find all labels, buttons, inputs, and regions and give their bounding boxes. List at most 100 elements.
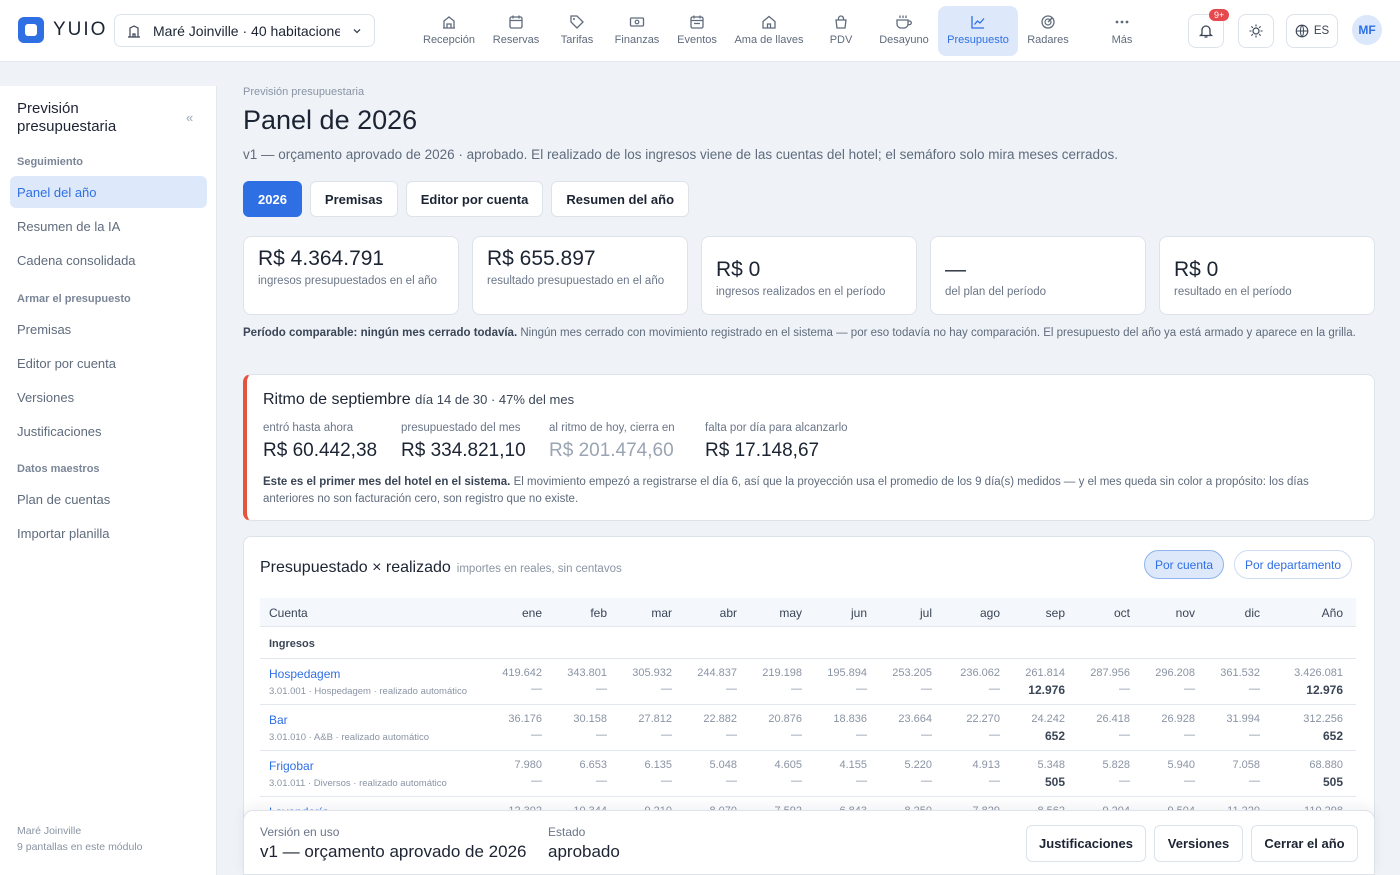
budget-value: 68.880	[1309, 759, 1343, 771]
kpi-card: R$ 4.364.791 ingresos presupuestados en …	[243, 236, 459, 315]
actual-value: —	[1119, 775, 1130, 787]
nav-label: Reservas	[492, 34, 540, 46]
actual-value: —	[596, 775, 607, 787]
sidebar-item-versiones[interactable]: Versiones	[10, 381, 207, 413]
language-selector[interactable]: ES	[1286, 14, 1338, 48]
tab-resumen-del-ano[interactable]: Resumen del año	[551, 181, 690, 217]
nav-recepcion[interactable]: Recepción	[414, 6, 484, 56]
budget-value: 4.913	[972, 759, 1000, 771]
cerrar-ano-button[interactable]: Cerrar el año	[1251, 825, 1358, 862]
collapse-sidebar-icon[interactable]: «	[186, 110, 193, 125]
actual-value: —	[1249, 683, 1260, 695]
justificaciones-button[interactable]: Justificaciones	[1026, 825, 1146, 862]
table-title-text: Presupuestado × realizado	[260, 559, 451, 576]
nav-radares[interactable]: Radares	[1018, 6, 1078, 56]
budget-value: 31.994	[1226, 713, 1260, 725]
version-footer: Versión en uso v1 — orçamento aprovado d…	[243, 810, 1375, 875]
actual-value: —	[791, 775, 802, 787]
account-name[interactable]: Frigobar	[269, 759, 314, 773]
globe-icon	[1295, 24, 1309, 38]
sidebar-item-plan-de-cuentas[interactable]: Plan de cuentas	[10, 483, 207, 515]
toggle-por-departamento[interactable]: Por departamento	[1234, 550, 1353, 579]
actual-value: —	[1184, 683, 1195, 695]
budget-value: 4.605	[774, 759, 802, 771]
actual-value: —	[791, 683, 802, 695]
account-meta: 3.01.010 · A&B · realizado automático	[269, 732, 430, 743]
kpi-card: R$ 0 ingresos realizados en el período	[701, 236, 917, 315]
table-row[interactable]: Hospedagem 3.01.001 · Hospedagem · reali…	[260, 659, 1356, 705]
nav-eventos[interactable]: Eventos	[668, 6, 726, 56]
versiones-button[interactable]: Versiones	[1154, 825, 1243, 862]
pace-note: Este es el primer mes del hotel en el si…	[263, 474, 1363, 508]
table-row[interactable]: Bar 3.01.010 · A&B · realizado automátic…	[260, 705, 1356, 751]
nav-label: Tarifas	[560, 34, 594, 46]
sidebar-group-armar: Armar el presupuesto	[17, 293, 131, 305]
nav-label: Ama de llaves	[734, 34, 804, 46]
column-header: mar	[651, 606, 672, 620]
sidebar-item-editor-por-cuenta[interactable]: Editor por cuenta	[10, 347, 207, 379]
theme-toggle[interactable]	[1238, 14, 1274, 48]
kpi-card: R$ 0 resultado en el período	[1159, 236, 1375, 315]
nav-pdv[interactable]: PDV	[812, 6, 870, 56]
actual-value: —	[921, 775, 932, 787]
nav-label: Radares	[1027, 34, 1069, 46]
tab-premisas[interactable]: Premisas	[309, 181, 398, 217]
sidebar-item-resumen-ia[interactable]: Resumen de la IA	[10, 210, 207, 242]
sidebar-item-cadena-consolidada[interactable]: Cadena consolidada	[10, 244, 207, 276]
budget-value: 312.256	[1303, 713, 1343, 725]
actual-value: —	[1184, 775, 1195, 787]
actual-value: 652	[1044, 729, 1065, 743]
line-chart-icon	[971, 16, 985, 29]
house-icon	[762, 15, 776, 29]
tag-icon	[570, 15, 584, 29]
budget-value: 7.980	[514, 759, 542, 771]
column-header: abr	[719, 606, 737, 620]
nav-finanzas[interactable]: Finanzas	[606, 6, 668, 56]
actual-value: —	[661, 683, 672, 695]
budget-value: 305.932	[632, 667, 672, 679]
nav-presupuesto[interactable]: Presupuesto	[938, 6, 1018, 56]
budget-value: 36.176	[508, 713, 542, 725]
nav-label: Más	[1111, 34, 1133, 46]
nav-label: Recepción	[423, 34, 475, 46]
account-name[interactable]: Bar	[269, 713, 288, 727]
actual-value: —	[921, 683, 932, 695]
actual-value: —	[989, 683, 1000, 695]
budget-value: 195.894	[827, 667, 867, 679]
nav-label: Finanzas	[614, 34, 660, 46]
pace-metric-label: entró hasta ahora	[263, 422, 354, 434]
nav-ama-de-llaves[interactable]: Ama de llaves	[726, 6, 812, 56]
actual-value: —	[531, 683, 542, 695]
budget-value: 6.135	[644, 759, 672, 771]
tab-2026[interactable]: 2026	[243, 181, 302, 217]
notification-badge: 9+	[1209, 9, 1230, 21]
brand-logo[interactable]: YUIO	[18, 17, 107, 43]
notifications-button[interactable]: 9+	[1188, 9, 1230, 48]
account-name[interactable]: Hospedagem	[269, 667, 340, 681]
sidebar-title: Previsión presupuestaria	[17, 100, 117, 135]
toggle-por-cuenta[interactable]: Por cuenta	[1144, 550, 1225, 579]
actual-value: 12.976	[1306, 683, 1343, 697]
calendar-event-icon	[690, 15, 704, 29]
sidebar-item-importar-planilla[interactable]: Importar planilla	[10, 517, 207, 549]
sidebar-item-premisas[interactable]: Premisas	[10, 313, 207, 345]
kpi-label: del plan del período	[945, 286, 1047, 298]
nav-mas[interactable]: Más	[1078, 6, 1166, 56]
kpi-label: ingresos presupuestados en el año	[258, 275, 438, 287]
hotel-selector[interactable]: Maré Joinville · 40 habitaciones	[114, 14, 375, 47]
table-row[interactable]: Frigobar 3.01.011 · Diversos · realizado…	[260, 751, 1356, 797]
nav-tarifas[interactable]: Tarifas	[548, 6, 606, 56]
more-icon	[1115, 20, 1129, 24]
user-avatar[interactable]: MF	[1352, 15, 1382, 45]
breadcrumb[interactable]: Previsión presupuestaria	[243, 86, 364, 98]
budget-value: 236.062	[960, 667, 1000, 679]
kpi-value: R$ 0	[1174, 258, 1219, 281]
nav-reservas[interactable]: Reservas	[484, 6, 548, 56]
budget-value: 5.048	[709, 759, 737, 771]
shopping-bag-icon	[835, 15, 847, 29]
sidebar-group-datos-maestros: Datos maestros	[17, 463, 100, 475]
sidebar-item-panel-del-ano[interactable]: Panel del año	[10, 176, 207, 208]
sidebar-item-justificaciones[interactable]: Justificaciones	[10, 415, 207, 447]
tab-editor-por-cuenta[interactable]: Editor por cuenta	[405, 181, 544, 217]
nav-desayuno[interactable]: Desayuno	[870, 6, 938, 56]
